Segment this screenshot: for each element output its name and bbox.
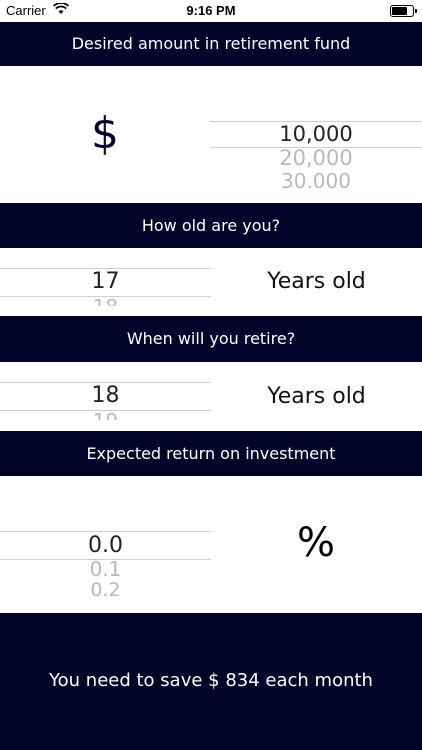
- status-bar: Carrier 9:16 PM: [0, 0, 422, 22]
- return-header: Expected return on investment: [0, 431, 422, 476]
- retire-unit-label: Years old: [267, 384, 366, 409]
- fund-picker-selected: 10,000: [279, 122, 353, 146]
- fund-header: Desired amount in retirement fund: [0, 22, 422, 66]
- retire-age-picker[interactable]: 18 19: [0, 380, 211, 420]
- retire-panel: 18 19 Years old: [0, 362, 422, 431]
- battery-icon: [390, 5, 417, 17]
- retire-picker-option: 19: [0, 409, 211, 420]
- monthly-savings-result: You need to save $ 834 each month: [49, 670, 373, 691]
- age-panel: 17 18 Years old: [0, 248, 422, 316]
- age-picker[interactable]: 17 18: [0, 266, 211, 306]
- age-header: How old are you?: [0, 203, 422, 248]
- age-picker-option: 18: [0, 295, 211, 306]
- age-header-label: How old are you?: [141, 216, 281, 235]
- dollar-symbol: $: [91, 108, 119, 159]
- return-picker-option: 0.2: [90, 579, 121, 597]
- fund-picker-option: 30,000: [281, 169, 351, 188]
- fund-picker-option: 20,000: [279, 146, 353, 170]
- retire-header: When will you retire?: [0, 316, 422, 362]
- age-unit-label: Years old: [267, 269, 366, 294]
- retire-header-label: When will you retire?: [126, 329, 296, 348]
- fund-header-label: Desired amount in retirement fund: [71, 34, 351, 53]
- percent-symbol: %: [296, 520, 335, 566]
- return-header-label: Expected return on investment: [86, 444, 336, 463]
- return-picker-selected: 0.0: [88, 533, 123, 558]
- fund-amount-picker[interactable]: 10,000 20,000 30,000: [210, 116, 422, 188]
- clock: 9:16 PM: [186, 3, 236, 18]
- fund-panel: $ 10,000 20,000 30,000: [0, 66, 422, 203]
- age-picker-selected: 17: [91, 269, 120, 294]
- return-picker-option: 0.1: [89, 557, 122, 581]
- return-rate-picker[interactable]: 0.0 0.1 0.2: [0, 529, 211, 597]
- retire-picker-selected: 18: [91, 383, 120, 408]
- result-panel: You need to save $ 834 each month: [0, 613, 422, 750]
- return-panel: 0.0 0.1 0.2 %: [0, 476, 422, 613]
